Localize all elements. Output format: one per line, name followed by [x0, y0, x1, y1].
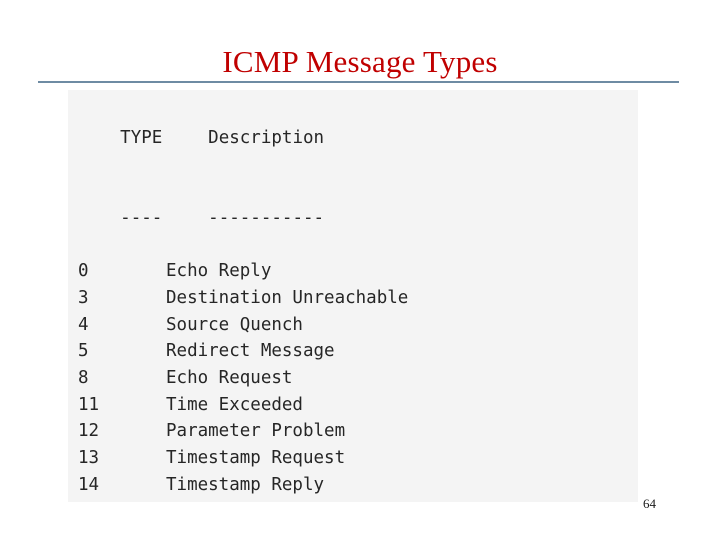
cell-description: Information Request (No Longer Used): [166, 499, 545, 503]
cell-type: 14: [78, 474, 100, 495]
cell-description: Redirect Message: [166, 341, 335, 362]
table-row: 3 Destination Unreachable: [78, 285, 638, 312]
table-row: 11 Time Exceeded: [78, 392, 638, 419]
cell-type: 0: [78, 261, 89, 282]
cell-type: 8: [78, 368, 89, 389]
table-row: 13 Timestamp Request: [78, 445, 638, 472]
cell-type: 12: [78, 421, 100, 442]
cell-description: Source Quench: [166, 314, 303, 335]
cell-type: 5: [78, 341, 89, 362]
table-row: 5 Redirect Message: [78, 338, 638, 365]
cell-type: 4: [78, 314, 89, 335]
table-row: 4 Source Quench: [78, 312, 638, 339]
table-row: 8 Echo Request: [78, 365, 638, 392]
table-separator-row: ---- -----------: [78, 178, 638, 258]
page-number: 64: [643, 496, 656, 511]
cell-description: Echo Reply: [166, 261, 272, 282]
separator-description: -----------: [208, 207, 325, 228]
icmp-message-types-table: TYPE Description ---- ----------- 0 Echo Re…: [68, 90, 638, 502]
cell-description: Timestamp Request: [166, 448, 346, 469]
cell-type: 15: [78, 499, 166, 503]
column-header-description: Description: [208, 127, 325, 148]
cell-type: 3: [78, 287, 89, 308]
cell-description: Time Exceeded: [166, 394, 303, 415]
table-body: 0 Echo Reply 3 Destination Unreachable 4 Sour…: [78, 258, 638, 502]
cell-description: Echo Request: [166, 368, 293, 389]
table-header-row: TYPE Description: [78, 98, 638, 178]
cell-type: 13: [78, 448, 100, 469]
column-header-type: TYPE: [120, 127, 163, 148]
cell-description: Parameter Problem: [166, 421, 346, 442]
table-row: 12 Parameter Problem: [78, 418, 638, 445]
page-title: ICMP Message Types: [222, 43, 498, 79]
table-row: 14 Timestamp Reply: [78, 472, 638, 499]
cell-description: Timestamp Reply: [166, 474, 325, 495]
separator-type: ----: [120, 207, 163, 228]
cell-type: 11: [78, 394, 100, 415]
table-row: 15Information Request (No Longer Used): [78, 499, 638, 503]
title-divider: [38, 81, 679, 83]
table-row: 0 Echo Reply: [78, 258, 638, 285]
cell-description: Destination Unreachable: [166, 287, 409, 308]
